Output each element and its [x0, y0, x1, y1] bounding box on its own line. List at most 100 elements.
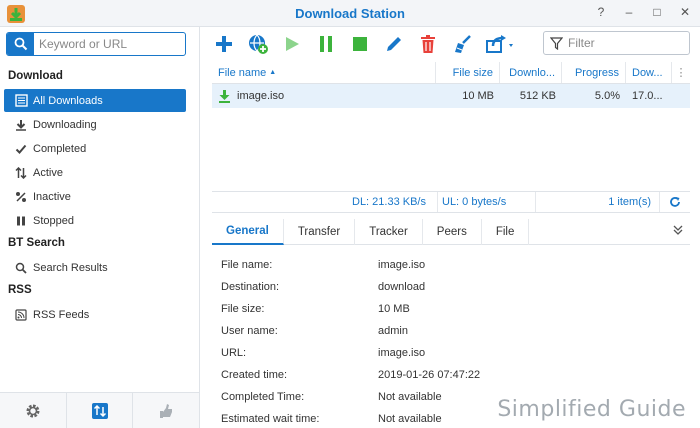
sidebar-item-all-downloads[interactable]: All Downloads	[4, 89, 186, 112]
sort-button[interactable]	[67, 393, 134, 428]
dl-speed: DL: 21.33 KB/s	[212, 192, 438, 212]
row-progress: 5.0%	[594, 90, 620, 102]
resume-button[interactable]	[280, 33, 304, 55]
detail-value: Not available	[378, 391, 442, 403]
tab-tracker[interactable]: Tracker	[355, 219, 423, 245]
detail-label: File name:	[221, 259, 273, 271]
stopped-icon	[14, 214, 28, 228]
resume-icon	[286, 37, 299, 51]
share-icon	[486, 35, 513, 53]
keyword-url-input[interactable]	[39, 36, 179, 52]
pause-icon	[320, 36, 332, 52]
edit-icon	[387, 37, 401, 51]
add-url-button[interactable]	[246, 33, 270, 55]
add-button[interactable]	[212, 33, 236, 55]
column-header-speed[interactable]: Dow...	[626, 62, 672, 83]
sort-icon	[91, 402, 108, 419]
sidebar-item-label: Search Results	[33, 261, 108, 274]
collapse-panel-button[interactable]	[672, 224, 684, 239]
grid-header: File name ▲ File size Downlo... Progress …	[212, 62, 690, 84]
column-header-file-size[interactable]: File size	[436, 62, 500, 83]
tab-transfer[interactable]: Transfer	[284, 219, 356, 245]
detail-label: Created time:	[221, 369, 288, 381]
search-button[interactable]	[7, 33, 34, 55]
detail-row: URL: image.iso	[221, 342, 681, 364]
detail-row: File size: 10 MB	[221, 298, 681, 320]
sidebar-item-inactive[interactable]: Inactive	[4, 185, 186, 208]
column-header-downloaded[interactable]: Downlo...	[500, 62, 562, 83]
column-header-file-name[interactable]: File name ▲	[212, 62, 436, 83]
detail-value: download	[378, 281, 426, 293]
stop-icon	[353, 37, 367, 51]
refresh-button[interactable]	[660, 192, 690, 212]
row-file-name: image.iso	[237, 90, 285, 102]
sidebar-item-search-results[interactable]: Search Results	[4, 256, 186, 279]
downloading-icon	[14, 118, 28, 132]
detail-row: User name: admin	[221, 320, 681, 342]
add-icon	[216, 36, 232, 52]
sidebar-item-label: RSS Feeds	[33, 308, 90, 321]
detail-value: Not available	[378, 413, 442, 425]
settings-icon	[26, 404, 40, 417]
sidebar-item-stopped[interactable]: Stopped	[4, 209, 186, 232]
detail-label: URL:	[221, 347, 247, 359]
hand-icon	[160, 403, 173, 418]
row-speed: 17.0...	[632, 90, 663, 102]
sort-ascending-icon: ▲	[269, 69, 277, 76]
filter-box	[543, 31, 690, 55]
minimize-button[interactable]: –	[622, 5, 636, 19]
column-menu-icon[interactable]: ⋮	[672, 62, 690, 83]
row-file-size: 10 MB	[462, 90, 494, 102]
detail-label: Estimated wait time:	[221, 413, 320, 425]
detail-row: File name: image.iso	[221, 254, 681, 276]
sidebar-item-label: Inactive	[33, 190, 71, 203]
tab-file[interactable]: File	[482, 219, 530, 245]
close-button[interactable]: ✕	[678, 5, 692, 19]
share-button[interactable]	[484, 33, 516, 55]
sidebar-item-active[interactable]: Active	[4, 161, 186, 184]
sidebar-item-completed[interactable]: Completed	[4, 137, 186, 160]
detail-label: User name:	[221, 325, 278, 337]
active-icon	[14, 166, 28, 180]
sidebar-item-downloading[interactable]: Downloading	[4, 113, 186, 136]
clean-up-button[interactable]	[450, 33, 474, 55]
completed-icon	[14, 142, 28, 156]
edit-button[interactable]	[382, 33, 406, 55]
search-icon	[14, 37, 27, 51]
detail-value: image.iso	[378, 259, 426, 271]
column-header-progress[interactable]: Progress	[562, 62, 626, 83]
inactive-icon	[14, 190, 28, 204]
stop-button[interactable]	[348, 33, 372, 55]
sidebar-item-label: Downloading	[33, 118, 97, 131]
title-bar: Download Station ? – □ ✕	[0, 0, 700, 27]
help-button[interactable]: ?	[594, 5, 608, 19]
section-download: Download	[8, 70, 63, 82]
detail-label: File size:	[221, 303, 265, 315]
all-downloads-icon	[14, 94, 28, 108]
search-results-icon	[14, 261, 28, 275]
detail-value: 2019-01-26 07:47:22	[378, 369, 481, 381]
pause-button[interactable]	[314, 33, 338, 55]
url-search-box	[6, 32, 186, 56]
section-bt-search: BT Search	[8, 237, 65, 249]
filter-icon	[550, 37, 563, 50]
sidebar-item-rss-feeds[interactable]: RSS Feeds	[4, 303, 186, 326]
sidebar: Download All Downloads Downloading Compl…	[0, 27, 200, 428]
table-row[interactable]: image.iso 10 MB 512 KB 5.0% 17.0...	[212, 84, 690, 108]
tab-peers[interactable]: Peers	[423, 219, 482, 245]
hand-button[interactable]	[133, 393, 199, 428]
detail-tabs: General Transfer Tracker Peers File	[212, 219, 690, 245]
sidebar-item-label: All Downloads	[33, 94, 103, 107]
detail-label: Completed Time:	[221, 391, 305, 403]
tab-general[interactable]: General	[212, 219, 284, 245]
item-count: 1 item(s)	[536, 192, 660, 212]
rss-feeds-icon	[14, 308, 28, 322]
detail-value: image.iso	[378, 347, 426, 359]
maximize-button[interactable]: □	[650, 5, 664, 19]
delete-button[interactable]	[416, 33, 440, 55]
filter-input[interactable]	[568, 35, 683, 51]
sidebar-item-label: Active	[33, 166, 63, 179]
add-url-icon	[249, 34, 268, 54]
settings-button[interactable]	[0, 393, 67, 428]
section-rss: RSS	[8, 284, 32, 296]
